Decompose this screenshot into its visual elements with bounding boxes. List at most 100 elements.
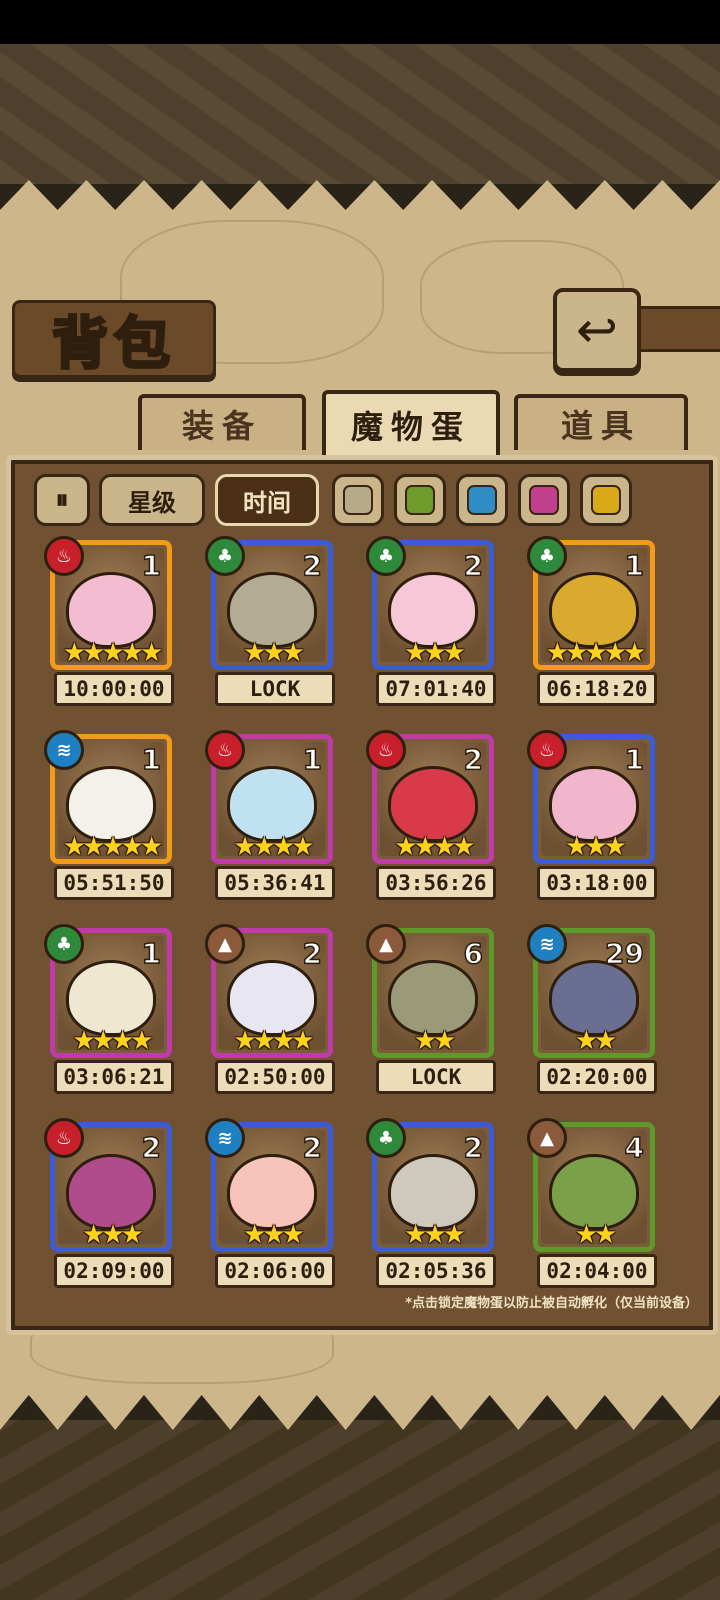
egg-card[interactable]: 1 ♨ ★★★ 03:18:00 xyxy=(527,730,661,900)
water-icon: ≋ xyxy=(205,1118,245,1158)
filter-all-button[interactable] xyxy=(332,474,384,526)
egg-count: 29 xyxy=(604,936,644,971)
hatch-timer[interactable]: 03:06:21 xyxy=(54,1060,174,1094)
hatch-timer[interactable]: 06:18:20 xyxy=(537,672,657,706)
fire-icon: ♨ xyxy=(527,730,567,770)
star-rating: ★★★★ xyxy=(233,832,314,862)
egg-card[interactable]: 2 ♣ ★★★ LOCK xyxy=(205,536,339,706)
lotus-bud-creature xyxy=(388,571,478,648)
egg-count: 1 xyxy=(302,742,323,777)
egg-count: 1 xyxy=(624,742,645,777)
leaf-icon: ♣ xyxy=(366,536,406,576)
star-rating: ★★★★ xyxy=(233,1026,314,1056)
status-bar xyxy=(0,0,720,44)
filter-swatch xyxy=(343,485,373,515)
ghost-slime-creature xyxy=(227,571,317,648)
pink-jelly-creature xyxy=(549,765,639,842)
filter-blue-button[interactable] xyxy=(456,474,508,526)
hatch-timer[interactable]: 02:09:00 xyxy=(54,1254,174,1288)
earth-icon: ▲ xyxy=(527,1118,567,1158)
egg-card[interactable]: 1 ♣ ★★★★★ 06:18:20 xyxy=(527,536,661,706)
star-rating: ★★★★ xyxy=(72,1026,153,1056)
back-button[interactable]: ↩ xyxy=(553,288,641,372)
star-rating: ★★★★ xyxy=(394,832,475,862)
egg-card[interactable]: 1 ♣ ★★★★ 03:06:21 xyxy=(44,924,178,1094)
egg-card[interactable]: 2 ♨ ★★★★ 03:56:26 xyxy=(366,730,500,900)
owl-egg-creature xyxy=(66,959,156,1036)
hatch-timer[interactable]: 05:51:50 xyxy=(54,866,174,900)
leaf-icon: ♣ xyxy=(366,1118,406,1158)
panda-skull-creature xyxy=(66,765,156,842)
filter-swatch xyxy=(405,485,435,515)
spiked-egg-creature xyxy=(388,1153,478,1230)
egg-count: 2 xyxy=(302,936,323,971)
lock-label[interactable]: LOCK xyxy=(376,1060,496,1094)
hatch-timer[interactable]: 03:18:00 xyxy=(537,866,657,900)
egg-count: 2 xyxy=(141,1130,162,1165)
egg-count: 1 xyxy=(141,548,162,583)
stone-planet-creature xyxy=(388,959,478,1036)
egg-count: 2 xyxy=(463,742,484,777)
hatch-timer[interactable]: 03:56:26 xyxy=(376,866,496,900)
hatch-timer[interactable]: 05:36:41 xyxy=(215,866,335,900)
egg-count: 2 xyxy=(302,1130,323,1165)
egg-card[interactable]: 1 ♨ ★★★★ 05:36:41 xyxy=(205,730,339,900)
egg-card[interactable]: 29 ≋ ★★ 02:20:00 xyxy=(527,924,661,1094)
hatch-timer[interactable]: 02:04:00 xyxy=(537,1254,657,1288)
star-rating: ★★★ xyxy=(243,1220,305,1250)
egg-card[interactable]: 1 ♨ ★★★★★ 10:00:00 xyxy=(44,536,178,706)
star-rating: ★★ xyxy=(574,1220,618,1250)
star-rating: ★★★ xyxy=(243,638,305,668)
hatch-timer[interactable]: 10:00:00 xyxy=(54,672,174,706)
water-icon: ≋ xyxy=(527,924,567,964)
clam-shell-creature xyxy=(549,959,639,1036)
sort-by-time-button[interactable]: 时间 xyxy=(215,474,319,526)
sort-order-icon: ⏸ xyxy=(55,484,69,515)
hatch-timer[interactable]: 02:05:36 xyxy=(376,1254,496,1288)
filter-swatch xyxy=(529,485,559,515)
egg-count: 2 xyxy=(463,1130,484,1165)
egg-card[interactable]: 6 ▲ ★★ LOCK xyxy=(366,924,500,1094)
earth-icon: ▲ xyxy=(205,924,245,964)
fire-icon: ♨ xyxy=(44,1118,84,1158)
lock-hint-text: *点击锁定魔物蛋以防止被自动孵化（仅当前设备） xyxy=(405,1296,698,1311)
sort-by-star-button[interactable]: 星级 xyxy=(99,474,205,526)
hatch-timer[interactable]: 02:06:00 xyxy=(215,1254,335,1288)
tab-monster-eggs[interactable]: 魔物蛋 xyxy=(322,390,500,456)
hatch-timer[interactable]: 02:20:00 xyxy=(537,1060,657,1094)
fire-icon: ♨ xyxy=(205,730,245,770)
map-background-top xyxy=(0,44,720,184)
egg-card[interactable]: 2 ♣ ★★★ 07:01:40 xyxy=(366,536,500,706)
hatch-timer[interactable]: 07:01:40 xyxy=(376,672,496,706)
egg-card[interactable]: 4 ▲ ★★ 02:04:00 xyxy=(527,1118,661,1288)
egg-card[interactable]: 1 ≋ ★★★★★ 05:51:50 xyxy=(44,730,178,900)
mushroom-cap-creature xyxy=(66,1153,156,1230)
filter-green-button[interactable] xyxy=(394,474,446,526)
egg-card[interactable]: 2 ≋ ★★★ 02:06:00 xyxy=(205,1118,339,1288)
leaf-icon: ♣ xyxy=(205,536,245,576)
back-button-bar xyxy=(630,306,720,352)
star-rating: ★★★★★ xyxy=(545,638,647,668)
back-arrow-icon: ↩ xyxy=(576,301,618,359)
egg-count: 2 xyxy=(302,548,323,583)
page-title: 背包 xyxy=(51,310,176,378)
tab-equipment[interactable]: 装备 xyxy=(138,394,306,450)
egg-card[interactable]: 2 ♣ ★★★ 02:05:36 xyxy=(366,1118,500,1288)
filter-yellow-button[interactable] xyxy=(580,474,632,526)
leaf-icon: ♣ xyxy=(44,924,84,964)
lock-label[interactable]: LOCK xyxy=(215,672,335,706)
egg-count: 2 xyxy=(463,548,484,583)
star-rating: ★★★ xyxy=(404,1220,466,1250)
filter-swatch xyxy=(467,485,497,515)
filter-pink-button[interactable] xyxy=(518,474,570,526)
tab-bar: 装备 魔物蛋 道具 xyxy=(12,390,708,456)
bandaged-egg-creature xyxy=(227,959,317,1036)
kimono-egg-creature xyxy=(388,765,478,842)
star-rating: ★★★★★ xyxy=(62,638,164,668)
egg-count: 1 xyxy=(141,742,162,777)
egg-card[interactable]: 2 ▲ ★★★★ 02:50:00 xyxy=(205,924,339,1094)
sort-order-button[interactable]: ⏸ xyxy=(34,474,90,526)
hatch-timer[interactable]: 02:50:00 xyxy=(215,1060,335,1094)
tab-items[interactable]: 道具 xyxy=(514,394,688,450)
egg-card[interactable]: 2 ♨ ★★★ 02:09:00 xyxy=(44,1118,178,1288)
